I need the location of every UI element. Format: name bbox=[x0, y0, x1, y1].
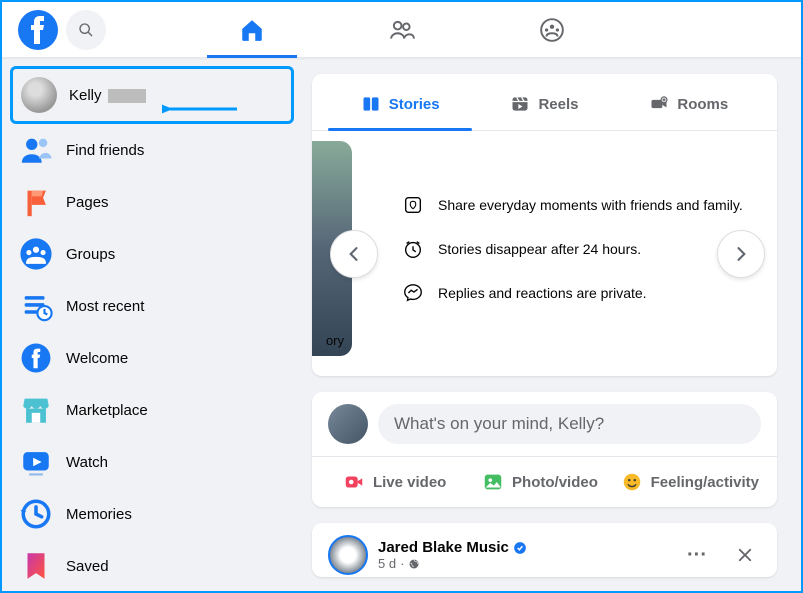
search-icon bbox=[78, 22, 94, 38]
reels-icon bbox=[510, 94, 530, 114]
watch-icon bbox=[18, 444, 54, 480]
composer-avatar[interactable] bbox=[328, 404, 368, 444]
sidebar-saved[interactable]: Saved bbox=[10, 540, 294, 591]
sidebar-item-label: Groups bbox=[66, 246, 115, 263]
composer-live-video[interactable]: Live video bbox=[322, 463, 467, 501]
redacted-surname bbox=[108, 89, 146, 103]
post-more-button[interactable]: ··· bbox=[681, 539, 713, 571]
sidebar-watch[interactable]: Watch bbox=[10, 436, 294, 488]
home-icon bbox=[239, 17, 265, 43]
top-header bbox=[2, 2, 801, 58]
composer-input[interactable]: What's on your mind, Kelly? bbox=[378, 404, 761, 444]
memories-icon bbox=[18, 496, 54, 532]
sidebar-memories[interactable]: Memories bbox=[10, 488, 294, 540]
chevron-left-icon bbox=[344, 244, 364, 264]
stories-subtabs: Stories Reels Rooms bbox=[312, 74, 777, 131]
post-timestamp: 5 d · bbox=[378, 556, 671, 571]
stories-info: Share everyday moments with friends and … bbox=[352, 173, 761, 325]
search-button[interactable] bbox=[66, 10, 106, 50]
photo-icon bbox=[482, 471, 504, 493]
stories-next-button[interactable] bbox=[717, 230, 765, 278]
info-text: Replies and reactions are private. bbox=[438, 285, 647, 301]
profile-avatar-icon bbox=[21, 77, 57, 113]
clock-icon bbox=[402, 238, 424, 260]
sidebar-item-label: Watch bbox=[66, 454, 108, 471]
chevron-right-icon bbox=[731, 244, 751, 264]
sidebar-welcome[interactable]: Welcome bbox=[10, 332, 294, 384]
main-feed: Stories Reels Rooms ory bbox=[302, 58, 801, 591]
verified-badge-icon bbox=[513, 541, 527, 555]
messenger-icon bbox=[402, 282, 424, 304]
sidebar-item-label: Pages bbox=[66, 194, 109, 211]
create-story-label: ory bbox=[326, 333, 344, 348]
composer-feeling[interactable]: Feeling/activity bbox=[613, 463, 767, 501]
sidebar-item-label: Memories bbox=[66, 506, 132, 523]
profile-name-label: Kelly bbox=[69, 87, 146, 104]
header-nav bbox=[207, 2, 597, 58]
welcome-icon bbox=[18, 340, 54, 376]
marketplace-icon bbox=[18, 392, 54, 428]
close-icon bbox=[736, 546, 754, 564]
sidebar-item-label: Saved bbox=[66, 558, 109, 575]
stories-card: Stories Reels Rooms ory bbox=[312, 74, 777, 376]
sidebar-find-friends[interactable]: Find friends bbox=[10, 124, 294, 176]
subtab-rooms[interactable]: Rooms bbox=[617, 78, 761, 130]
post-close-button[interactable] bbox=[729, 539, 761, 571]
sidebar-most-recent[interactable]: Most recent bbox=[10, 280, 294, 332]
sidebar-item-label: Find friends bbox=[66, 142, 144, 159]
find-friends-icon bbox=[18, 132, 54, 168]
sidebar-pages[interactable]: Pages bbox=[10, 176, 294, 228]
feeling-icon bbox=[621, 471, 643, 493]
stories-body: ory Share everyday moments with friends … bbox=[312, 131, 777, 376]
rooms-icon bbox=[649, 94, 669, 114]
live-video-icon bbox=[343, 471, 365, 493]
groups-icon bbox=[539, 17, 565, 43]
sidebar-item-label: Welcome bbox=[66, 350, 128, 367]
sidebar-groups[interactable]: Groups bbox=[10, 228, 294, 280]
nav-home[interactable] bbox=[207, 2, 297, 58]
most-recent-icon bbox=[18, 288, 54, 324]
stories-icon bbox=[361, 94, 381, 114]
card-icon bbox=[402, 194, 424, 216]
composer-card: What's on your mind, Kelly? Live video P… bbox=[312, 392, 777, 507]
feed-post: Jared Blake Music 5 d · ··· bbox=[312, 523, 777, 577]
pages-icon bbox=[18, 184, 54, 220]
sidebar-item-label: Most recent bbox=[66, 298, 144, 315]
groups-sidebar-icon bbox=[18, 236, 54, 272]
nav-friends[interactable] bbox=[357, 2, 447, 58]
nav-groups[interactable] bbox=[507, 2, 597, 58]
info-text: Share everyday moments with friends and … bbox=[438, 197, 743, 213]
friends-icon bbox=[389, 17, 415, 43]
subtab-reels[interactable]: Reels bbox=[472, 78, 616, 130]
left-sidebar: Kelly Find friends Pages Groups Most rec… bbox=[2, 58, 302, 591]
post-author-name[interactable]: Jared Blake Music bbox=[378, 539, 671, 556]
stories-prev-button[interactable] bbox=[330, 230, 378, 278]
facebook-logo[interactable] bbox=[18, 10, 58, 50]
composer-photo-video[interactable]: Photo/video bbox=[467, 463, 612, 501]
public-icon bbox=[408, 558, 420, 570]
post-author-avatar[interactable] bbox=[328, 535, 368, 575]
sidebar-item-label: Marketplace bbox=[66, 402, 148, 419]
sidebar-marketplace[interactable]: Marketplace bbox=[10, 384, 294, 436]
sidebar-profile[interactable]: Kelly bbox=[10, 66, 294, 124]
subtab-stories[interactable]: Stories bbox=[328, 78, 472, 130]
saved-icon bbox=[18, 548, 54, 584]
info-text: Stories disappear after 24 hours. bbox=[438, 241, 641, 257]
